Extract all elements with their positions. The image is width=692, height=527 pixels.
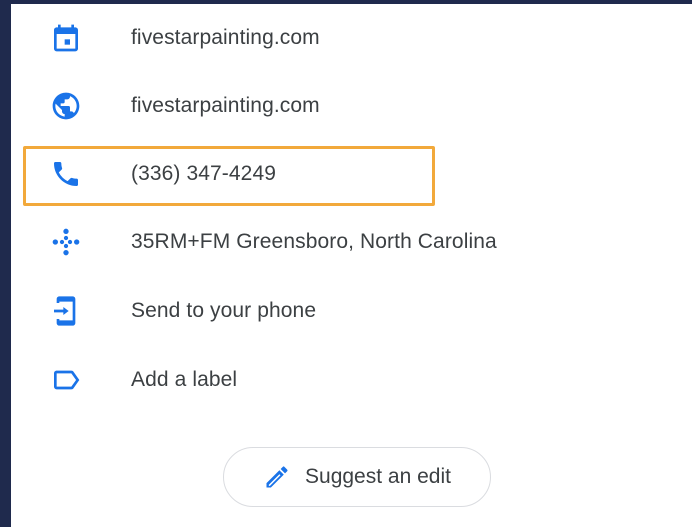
send-to-phone-label: Send to your phone	[131, 299, 317, 322]
row-add-label[interactable]: Add a label	[11, 350, 692, 410]
plus-code-label: 35RM+FM Greensboro, North Carolina	[131, 230, 497, 253]
suggest-edit-label: Suggest an edit	[305, 465, 451, 488]
globe-icon	[48, 88, 84, 124]
send-to-phone-icon	[48, 293, 84, 329]
pencil-icon	[263, 463, 291, 491]
phone-number: (336) 347-4249	[131, 162, 277, 185]
booking-website-label: fivestarpainting.com	[131, 26, 320, 49]
row-plus-code[interactable]: 35RM+FM Greensboro, North Carolina	[11, 212, 692, 272]
place-details-panel: fivestarpainting.com fivestarpainting.co…	[11, 4, 692, 527]
phone-icon	[48, 156, 84, 192]
row-phone[interactable]: (336) 347-4249	[11, 144, 692, 204]
plus-code-icon	[48, 224, 84, 260]
add-label-text: Add a label	[131, 368, 238, 391]
label-icon	[48, 362, 84, 398]
suggest-edit-button[interactable]: Suggest an edit	[223, 447, 491, 507]
calendar-icon	[48, 20, 84, 56]
row-booking-website[interactable]: fivestarpainting.com	[11, 8, 692, 68]
row-send-to-phone[interactable]: Send to your phone	[11, 281, 692, 341]
row-website[interactable]: fivestarpainting.com	[11, 76, 692, 136]
website-label: fivestarpainting.com	[131, 94, 320, 117]
